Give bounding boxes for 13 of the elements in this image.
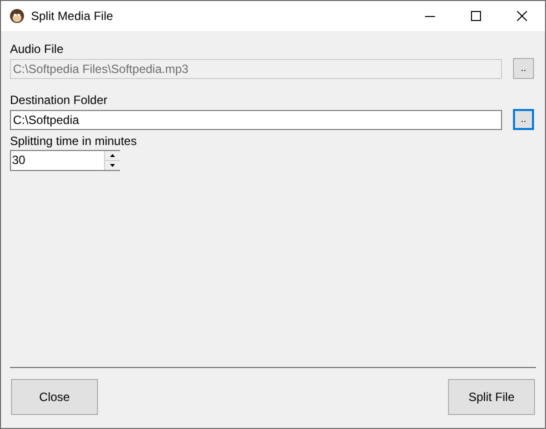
path-field[interactable]: C:\Softpedia xyxy=(10,110,502,130)
minutes-spinner[interactable]: 30 xyxy=(10,150,120,171)
field-label: Audio File xyxy=(10,41,64,57)
field-label: Splitting time in minutes xyxy=(10,133,138,149)
dialog-button[interactable]: Split File xyxy=(448,379,535,415)
field-label: Destination Folder xyxy=(10,92,108,108)
maximize-icon xyxy=(471,11,481,21)
monkey-icon xyxy=(9,8,25,24)
window-title: Split Media File xyxy=(31,8,114,25)
browse-button[interactable]: .. xyxy=(513,109,534,130)
dialog-button[interactable]: Close xyxy=(11,379,98,415)
close-icon xyxy=(517,11,527,21)
minutes-value: 30 xyxy=(11,152,26,169)
